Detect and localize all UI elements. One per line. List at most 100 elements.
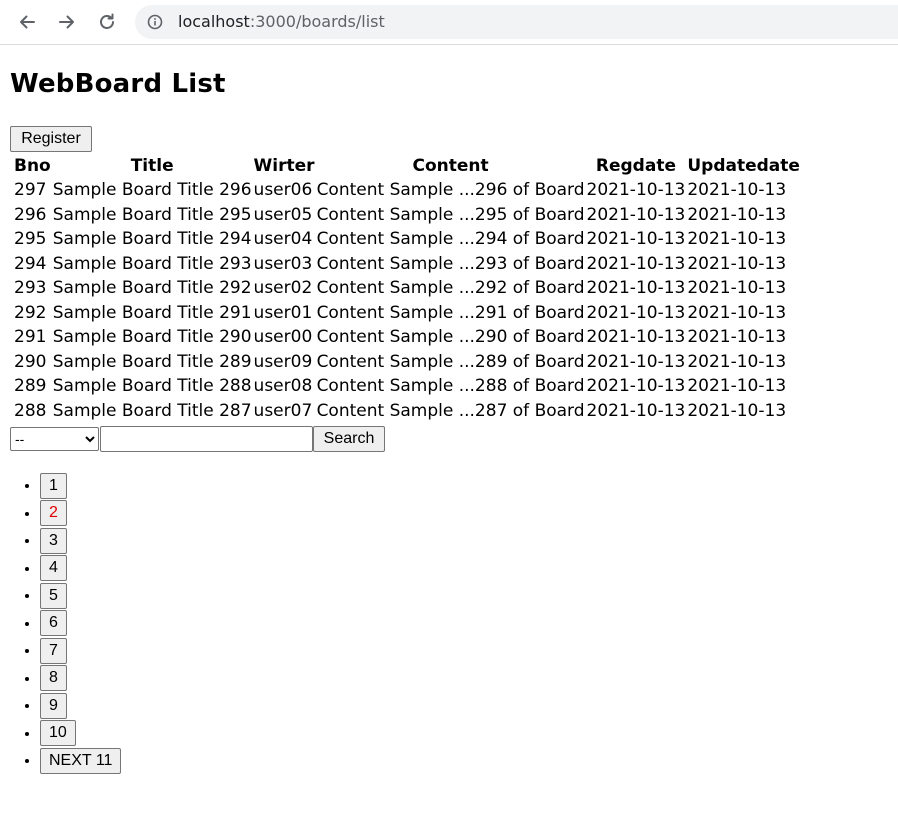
- cell-updatedate: 2021-10-13: [687, 278, 787, 299]
- page-item: 1: [40, 472, 121, 500]
- url-path: :3000/boards/list: [249, 12, 385, 31]
- table-row[interactable]: 296 Sample Board Title 295 user05 Content S…: [14, 203, 800, 228]
- cell-writer: user05: [253, 204, 313, 225]
- url-host: localhost: [178, 12, 250, 31]
- page-button-5[interactable]: 5: [40, 582, 67, 609]
- cell-writer: user07: [253, 400, 313, 421]
- search-type-select[interactable]: --: [10, 427, 99, 451]
- table-row[interactable]: 290 Sample Board Title 289 user09 Content S…: [14, 350, 800, 375]
- table-row[interactable]: 289 Sample Board Title 288 user08 Content S…: [14, 374, 800, 399]
- column-header-writer: Wirter: [253, 156, 315, 176]
- cell-title[interactable]: Sample Board Title 295: [53, 203, 252, 228]
- page-button-8[interactable]: 8: [40, 665, 67, 692]
- cell-title[interactable]: Sample Board Title 291: [53, 301, 252, 326]
- search-keyword-input[interactable]: [100, 426, 313, 452]
- table-row[interactable]: 293 Sample Board Title 292 user02 Content S…: [14, 276, 800, 301]
- pagination: 12345678910NEXT 11: [0, 472, 122, 775]
- cell-title[interactable]: Sample Board Title 292: [53, 276, 252, 301]
- page-item: 5: [40, 582, 121, 610]
- cell-regdate: 2021-10-13: [586, 204, 686, 225]
- cell-regdate: 2021-10-13: [586, 278, 686, 299]
- cell-title[interactable]: Sample Board Title 293: [53, 252, 252, 277]
- cell-content: Content Sample ...291 of Board: [316, 302, 585, 323]
- column-header-updatedate: Updatedate: [687, 156, 800, 176]
- site-info-icon[interactable]: [147, 14, 163, 30]
- cell-regdate: 2021-10-13: [586, 327, 686, 348]
- column-header-regdate: Regdate: [595, 156, 676, 176]
- table-row[interactable]: 291 Sample Board Title 290 user00 Content S…: [14, 325, 800, 350]
- cell-updatedate: 2021-10-13: [687, 376, 787, 397]
- cell-writer: user04: [253, 229, 313, 250]
- cell-content: Content Sample ...296 of Board: [316, 180, 585, 201]
- table-row[interactable]: 292 Sample Board Title 291 user01 Content S…: [14, 301, 800, 326]
- cell-updatedate: 2021-10-13: [687, 327, 787, 348]
- register-button[interactable]: Register: [10, 126, 92, 152]
- cell-bno: 291: [14, 327, 47, 348]
- column-header-bno: Bno: [14, 156, 51, 176]
- next-page-button[interactable]: NEXT 11: [40, 747, 122, 774]
- page-item: 7: [40, 637, 121, 665]
- forward-arrow-icon[interactable]: [56, 11, 78, 33]
- cell-title[interactable]: Sample Board Title 290: [53, 325, 252, 350]
- table-row[interactable]: 288 Sample Board Title 287 user07 Content S…: [14, 399, 800, 424]
- cell-updatedate: 2021-10-13: [687, 253, 787, 274]
- page-item: 9: [40, 692, 121, 720]
- cell-regdate: 2021-10-13: [586, 229, 686, 250]
- cell-regdate: 2021-10-13: [586, 351, 686, 372]
- page-button-9[interactable]: 9: [40, 692, 67, 719]
- search-form: -- Search: [10, 426, 385, 452]
- page-item: 3: [40, 527, 121, 555]
- reload-icon[interactable]: [96, 11, 118, 33]
- cell-content: Content Sample ...294 of Board: [316, 229, 585, 250]
- cell-title[interactable]: Sample Board Title 289: [53, 350, 252, 375]
- cell-bno: 292: [14, 302, 47, 323]
- back-arrow-icon[interactable]: [16, 11, 38, 33]
- browser-toolbar: localhost:3000/boards/list: [0, 0, 898, 45]
- table-row[interactable]: 295 Sample Board Title 294 user04 Content S…: [14, 227, 800, 252]
- cell-regdate: 2021-10-13: [586, 180, 686, 201]
- cell-updatedate: 2021-10-13: [687, 204, 787, 225]
- cell-bno: 290: [14, 351, 47, 372]
- cell-bno: 289: [14, 376, 47, 397]
- cell-writer: user00: [253, 327, 313, 348]
- cell-title[interactable]: Sample Board Title 288: [53, 374, 252, 399]
- cell-content: Content Sample ...289 of Board: [316, 351, 585, 372]
- page-button-10[interactable]: 10: [40, 720, 76, 747]
- cell-title[interactable]: Sample Board Title 294: [53, 227, 252, 252]
- cell-content: Content Sample ...293 of Board: [316, 253, 585, 274]
- url-text: localhost:3000/boards/list: [178, 5, 385, 39]
- cell-regdate: 2021-10-13: [586, 302, 686, 323]
- cell-bno: 296: [14, 204, 47, 225]
- page-title: WebBoard List: [10, 69, 226, 99]
- page-item: 10: [40, 720, 121, 748]
- cell-content: Content Sample ...287 of Board: [316, 400, 585, 421]
- search-button[interactable]: Search: [313, 426, 385, 452]
- table-body: 297 Sample Board Title 296 user06 Content S…: [14, 178, 800, 423]
- cell-bno: 293: [14, 278, 47, 299]
- page-button-3[interactable]: 3: [40, 527, 67, 554]
- cell-updatedate: 2021-10-13: [687, 400, 787, 421]
- cell-title[interactable]: Sample Board Title 296: [53, 178, 252, 203]
- cell-updatedate: 2021-10-13: [687, 180, 787, 201]
- cell-content: Content Sample ...288 of Board: [316, 376, 585, 397]
- cell-writer: user06: [253, 180, 313, 201]
- cell-title[interactable]: Sample Board Title 287: [53, 399, 252, 424]
- page-button-7[interactable]: 7: [40, 637, 67, 664]
- table-row[interactable]: 294 Sample Board Title 293 user03 Content S…: [14, 252, 800, 277]
- cell-bno: 288: [14, 400, 47, 421]
- cell-updatedate: 2021-10-13: [687, 229, 787, 250]
- page-button-6[interactable]: 6: [40, 610, 67, 637]
- page-item: 4: [40, 555, 121, 583]
- page-item: 8: [40, 665, 121, 693]
- cell-bno: 295: [14, 229, 47, 250]
- table-row[interactable]: 297 Sample Board Title 296 user06 Content S…: [14, 178, 800, 203]
- cell-regdate: 2021-10-13: [586, 253, 686, 274]
- page-button-4[interactable]: 4: [40, 555, 67, 582]
- address-bar[interactable]: localhost:3000/boards/list: [135, 5, 898, 39]
- page-button-1[interactable]: 1: [40, 472, 67, 499]
- page-button-2[interactable]: 2: [40, 500, 67, 527]
- cell-bno: 297: [14, 180, 47, 201]
- cell-writer: user09: [253, 351, 313, 372]
- page-item: 6: [40, 610, 121, 638]
- cell-writer: user02: [253, 278, 313, 299]
